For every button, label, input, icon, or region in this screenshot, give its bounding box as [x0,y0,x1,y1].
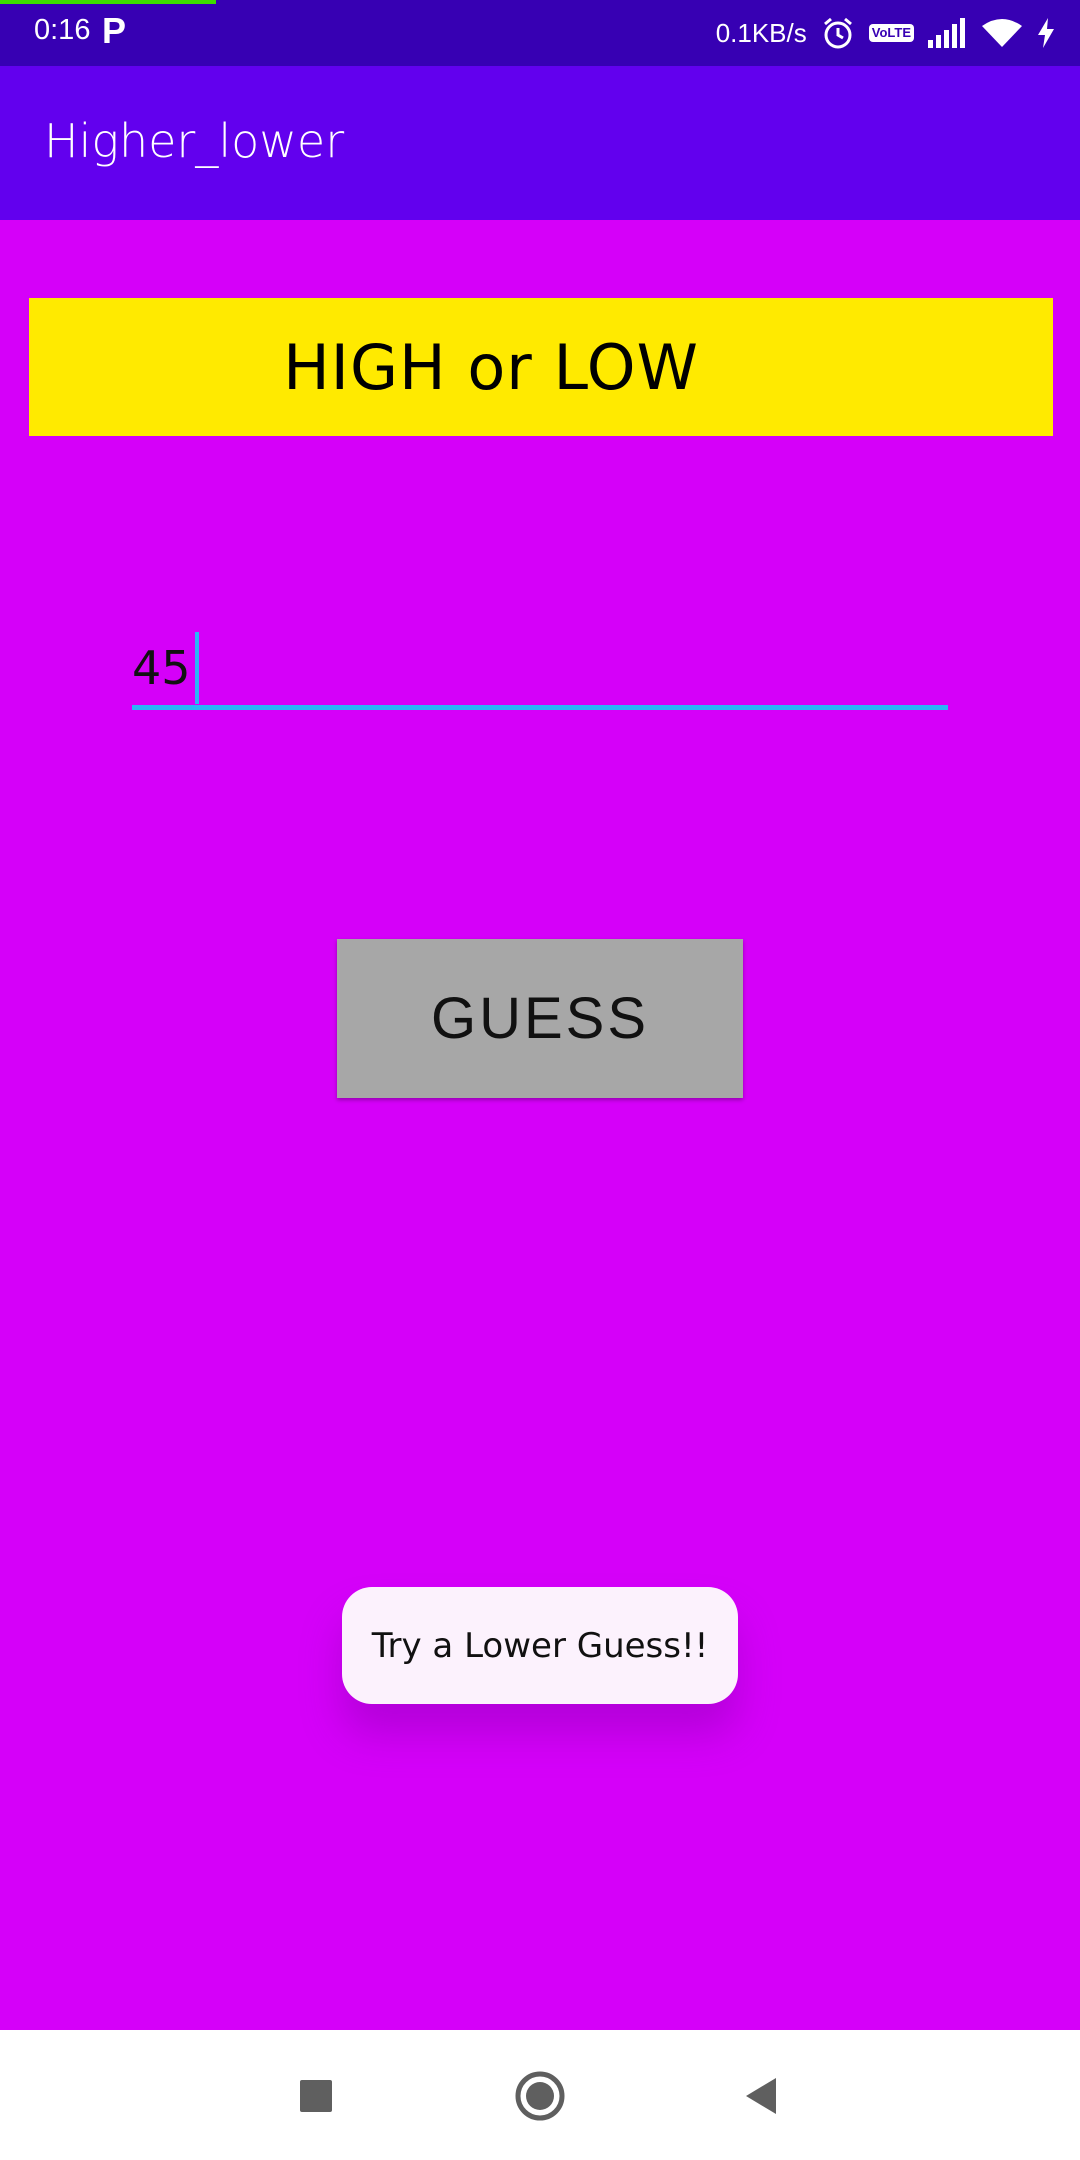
guess-button[interactable]: GUESS [337,939,743,1098]
input-underline [132,705,948,710]
notification-p-icon: P [102,10,127,51]
download-progress-line [0,0,216,4]
volte-icon: Vo LTE [868,24,914,42]
charging-icon [1036,18,1056,48]
volte-line2: LTE [887,25,911,40]
network-speed: 0.1KB/s [715,17,807,48]
guess-input[interactable]: 45 [132,620,948,710]
signal-icon [928,18,968,48]
alarm-icon [821,16,855,50]
wifi-icon [982,18,1022,48]
text-cursor [194,632,199,704]
guess-input-content[interactable]: 45 [132,632,199,704]
toast-message: Try a Lower Guess!! [342,1587,738,1704]
app-title: Higher_lower [44,114,345,168]
guess-button-label[interactable]: GUESS [431,985,649,1052]
banner-text: HIGH or LOW [283,330,699,404]
title-banner: HIGH or LOW [29,298,1053,436]
status-bar: 0:16 P 0.1KB/s Vo LTE [0,0,1080,66]
status-icons: 0.1KB/s Vo LTE [716,12,1056,54]
toast-text: Try a Lower Guess!! [371,1625,709,1666]
back-icon[interactable] [732,2066,792,2126]
guess-input-value[interactable]: 45 [132,641,191,695]
recents-icon[interactable] [286,2066,346,2126]
app-bar: Higher_lower [0,66,1080,220]
navigation-bar [0,2030,1080,2160]
status-time: 0:16 [34,14,91,46]
home-icon[interactable] [510,2066,570,2126]
volte-line1: Vo [871,25,888,40]
